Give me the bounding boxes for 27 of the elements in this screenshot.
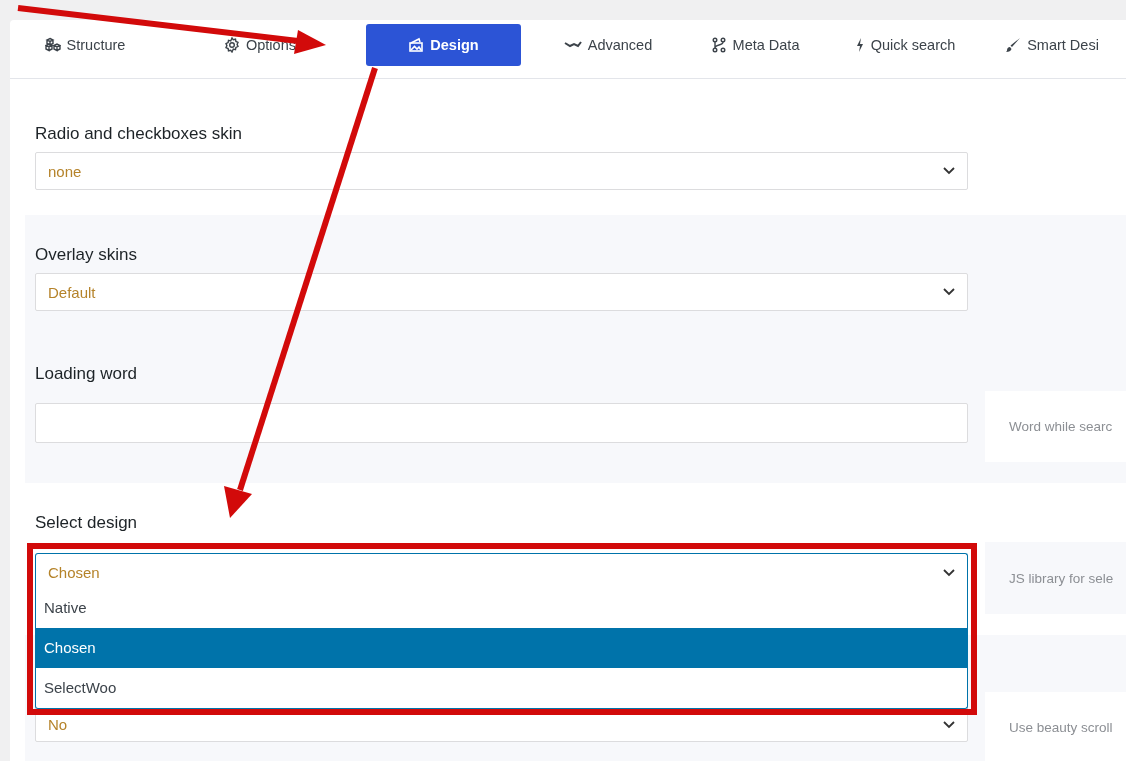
field-label: Loading word [35,364,139,384]
dropdown-option[interactable]: Native [36,591,967,628]
field-label: Radio and checkboxes skin [35,124,243,144]
image-icon [408,37,425,53]
chevron-icon [943,721,955,729]
cubes-icon [44,37,61,53]
tab[interactable]: Structure [20,24,150,66]
chevron-icon [943,288,955,296]
tab[interactable]: Meta Data [695,24,815,66]
tab[interactable]: Smart Desi [987,24,1117,66]
chevron-icon [943,568,955,577]
chevron-icon [943,167,955,175]
brush-icon [1005,37,1022,53]
tab[interactable]: Quick search [835,24,975,66]
tab[interactable]: Design [366,24,521,66]
bolt-icon [854,37,865,53]
hint-text: Use beauty scroll [985,692,1126,761]
tab[interactable]: Advanced [533,24,683,66]
settings-icon [224,37,240,53]
tab[interactable]: Options [170,24,350,66]
input-field[interactable] [35,403,968,443]
dropdown-option[interactable]: Chosen [36,628,967,668]
hint-text: Word while searc [985,391,1126,462]
hint-text: JS library for sele [985,542,1126,614]
nodes-icon [710,37,727,53]
field-label: Select design [35,513,139,533]
field-label: Overlay skins [35,245,139,265]
